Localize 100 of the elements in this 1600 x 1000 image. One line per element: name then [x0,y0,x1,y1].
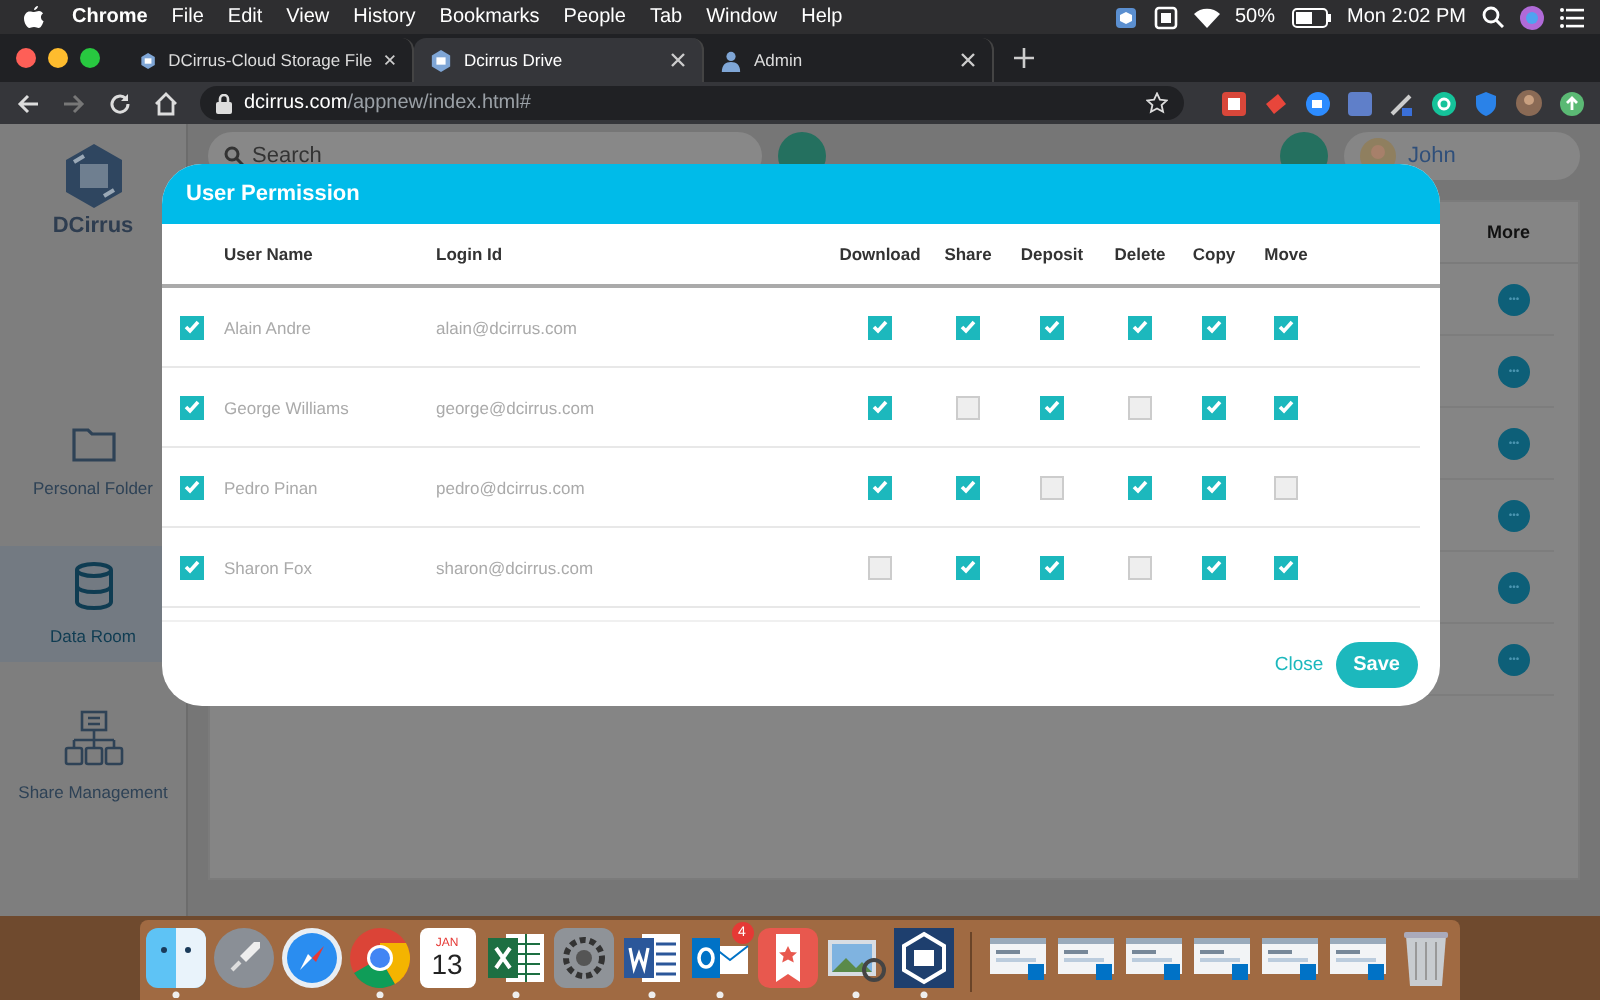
window-thumbnail-icon[interactable] [1259,933,1319,981]
window-thumbnail-icon[interactable] [1327,933,1387,981]
menu-item[interactable]: Chrome [72,6,148,28]
browser-icon [349,927,409,987]
checkbox[interactable] [1274,555,1298,579]
checkbox[interactable] [1274,395,1298,419]
zoom-window-icon[interactable] [80,48,100,68]
hexagon-icon [140,49,157,71]
forward-icon[interactable] [62,91,86,115]
window-thumbnail-icon[interactable] [1191,933,1251,981]
apple-icon[interactable] [24,5,44,29]
close-icon[interactable] [670,52,686,68]
checkbox[interactable] [1040,395,1064,419]
checkbox[interactable] [1040,475,1064,499]
checkbox[interactable] [956,475,980,499]
checkbox[interactable] [868,395,892,419]
update-icon[interactable] [1560,91,1584,115]
checkbox[interactable] [956,395,980,419]
checkbox[interactable] [868,475,892,499]
checkbox[interactable] [180,395,204,419]
checkbox[interactable] [956,315,980,339]
camera-icon[interactable] [1306,91,1330,115]
menu-item[interactable]: People [563,6,626,28]
menu-item[interactable]: Tab [649,6,683,28]
person-icon [720,49,742,71]
dock-item[interactable] [893,927,953,997]
folder-icon [71,426,115,462]
checkbox[interactable] [1202,555,1226,579]
column-header: More [1486,222,1530,242]
checkbox[interactable] [180,555,204,579]
menu-item[interactable]: Edit [227,6,263,28]
dock-item[interactable] [349,927,409,997]
minimize-window-icon[interactable] [48,48,68,68]
menu-item[interactable]: Help [801,6,843,28]
home-icon[interactable] [154,91,178,115]
menu-item[interactable]: File [171,6,204,28]
hexagon-logo-icon [893,927,953,987]
shield-icon[interactable] [1474,91,1498,115]
checkbox[interactable] [868,555,892,579]
wifi-icon[interactable] [1193,7,1219,27]
menu-item[interactable]: Window [706,6,778,28]
menu-item[interactable]: View [286,6,330,28]
siri-icon[interactable] [1520,5,1544,29]
address-field[interactable]: dcirrus.com/appnew/index.html# [200,86,1184,120]
pen-icon[interactable] [1390,91,1414,115]
close-icon[interactable] [384,52,396,68]
checkbox[interactable] [1128,315,1152,339]
extension-icon[interactable] [1222,91,1246,115]
reload-icon[interactable] [108,91,132,115]
column-header: Login Id [436,244,505,264]
checkbox[interactable] [1202,315,1226,339]
window-thumbnail-icon[interactable] [987,933,1047,981]
menu-clock[interactable]: Mon 2:02 PM [1347,6,1466,28]
new-tab-icon[interactable] [1014,48,1034,68]
search-icon[interactable] [1482,6,1504,28]
back-icon[interactable] [16,91,40,115]
window-thumbnail-icon[interactable] [1055,933,1115,981]
battery-icon[interactable] [1291,7,1332,27]
checkbox[interactable] [1202,395,1226,419]
menu-item[interactable]: History [353,6,416,28]
checkbox[interactable] [1128,475,1152,499]
user-name: Alain Andre [224,317,313,337]
menu-item[interactable]: Bookmarks [439,6,540,28]
column-header: Delete [1112,244,1168,264]
checkbox[interactable] [1040,555,1064,579]
checkbox[interactable] [180,475,204,499]
checkbox[interactable] [180,315,204,339]
window-thumbnail-icon[interactable] [1123,933,1183,981]
close-icon[interactable] [960,52,976,68]
user-name: George Williams [224,397,351,417]
hexagon-icon [430,49,452,71]
checkbox[interactable] [1274,475,1298,499]
checkbox[interactable] [956,555,980,579]
battery-percent: 50% [1235,6,1276,28]
column-header: Download [837,244,923,264]
checkbox[interactable] [1128,395,1152,419]
url-text: dcirrus.com/appnew/index.html# [244,92,531,114]
window-icon[interactable] [1153,5,1177,29]
column-header: Move [1262,244,1310,264]
list-icon[interactable] [1560,7,1584,27]
compass-icon [281,927,341,987]
column-header: Deposit [1018,244,1086,264]
browser-tab[interactable]: Dcirrus Drive [414,38,704,82]
trash-icon[interactable] [1401,927,1449,987]
checkbox[interactable] [1040,315,1064,339]
checkbox[interactable] [1274,315,1298,339]
finder-icon [145,927,205,987]
checkbox[interactable] [868,315,892,339]
checkbox[interactable] [1128,555,1152,579]
logo-icon [63,144,123,208]
close-window-icon[interactable] [16,48,36,68]
avatar-icon[interactable] [1516,90,1542,116]
search-icon [224,146,244,166]
database-icon [73,562,113,610]
dialog-title: User Permission [186,182,360,206]
star-icon[interactable] [1146,92,1168,114]
cube-icon[interactable] [1113,5,1137,29]
checkbox[interactable] [1202,475,1226,499]
hierarchy-icon [63,710,123,766]
login-id: sharon@dcirrus.com [436,557,596,577]
